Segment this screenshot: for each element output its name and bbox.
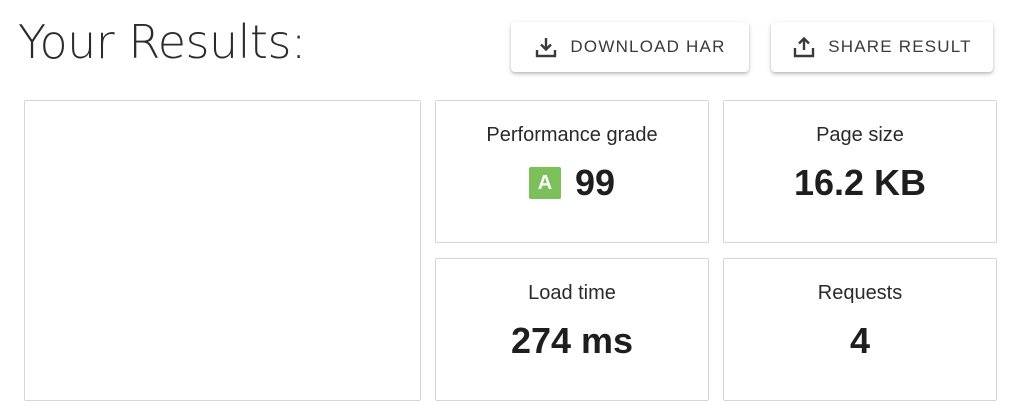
performance-grade-label: Performance grade [486, 124, 658, 146]
load-time-label: Load time [528, 282, 616, 304]
download-icon [534, 35, 558, 59]
requests-value: 4 [849, 320, 871, 361]
page-title: Your Results: [18, 15, 306, 69]
grade-badge: A [528, 167, 561, 199]
performance-score: 99 [574, 162, 616, 203]
page-size-value: 16.2 KB [793, 162, 927, 203]
share-result-button[interactable]: SHARE RESULT [771, 22, 993, 72]
page-screenshot-preview [24, 100, 421, 401]
download-har-button[interactable]: DOWNLOAD HAR [511, 22, 749, 72]
load-time-value: 274 ms [510, 320, 634, 361]
load-time-card: Load time 274 ms [435, 258, 709, 401]
requests-label: Requests [817, 282, 903, 304]
page-size-card: Page size 16.2 KB [723, 100, 997, 243]
requests-card: Requests 4 [723, 258, 997, 401]
performance-grade-card: Performance grade A 99 [435, 100, 709, 243]
share-upload-icon [792, 35, 816, 59]
page-size-label: Page size [816, 124, 904, 146]
download-har-label: DOWNLOAD HAR [570, 37, 726, 56]
results-page: Your Results: DOWNLOAD HAR SHARE RESULT … [0, 0, 1024, 418]
performance-grade-value-row: A 99 [528, 162, 616, 203]
share-result-label: SHARE RESULT [828, 37, 972, 56]
